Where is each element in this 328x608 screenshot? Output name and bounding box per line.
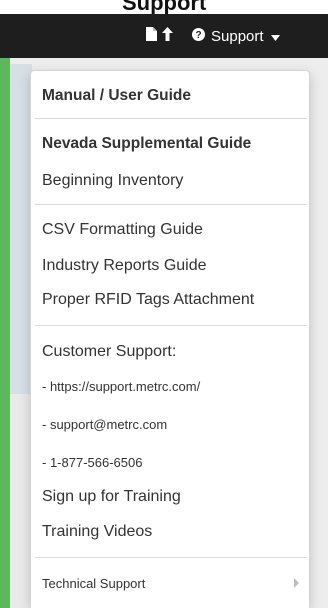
menu-item-technical-support[interactable]: Technical Support — [42, 576, 145, 591]
menu-divider — [35, 557, 307, 558]
page-title-strip: Support — [0, 0, 328, 14]
support-label: Support — [211, 27, 264, 45]
menu-item-csv-guide[interactable]: CSV Formatting Guide — [42, 221, 203, 239]
menu-divider — [35, 325, 307, 326]
menu-divider — [35, 204, 307, 205]
menu-item-sign-up-training[interactable]: Sign up for Training — [42, 488, 181, 506]
question-circle-icon: ? — [192, 27, 205, 45]
support-dropdown-button[interactable]: ? Support — [192, 26, 280, 46]
upload-arrow-icon — [162, 26, 173, 46]
menu-item-support-url[interactable]: - https://support.metrc.com/ — [42, 379, 200, 394]
background-panel — [10, 64, 32, 394]
svg-text:?: ? — [195, 30, 201, 41]
menu-item-beginning-inventory[interactable]: Beginning Inventory — [42, 172, 183, 190]
menu-item-nevada-guide[interactable]: Nevada Supplemental Guide — [42, 135, 251, 153]
menu-header-customer-support: Customer Support: — [42, 343, 177, 360]
menu-item-support-email[interactable]: - support@metrc.com — [42, 417, 167, 432]
support-dropdown-menu: Manual / User Guide Nevada Supplemental … — [30, 70, 310, 608]
menu-item-support-phone[interactable]: - 1-877-566-6506 — [42, 455, 142, 470]
green-accent-bar — [0, 58, 10, 608]
menu-item-training-videos[interactable]: Training Videos — [42, 523, 152, 541]
menu-item-industry-reports[interactable]: Industry Reports Guide — [42, 257, 207, 275]
nav-icon-group[interactable] — [146, 26, 173, 46]
background-panel-lower — [10, 394, 32, 608]
document-icon — [146, 26, 157, 46]
page-title-fragment: Support — [122, 0, 207, 14]
caret-down-icon — [270, 28, 280, 45]
menu-divider — [35, 118, 307, 119]
menu-item-manual-guide[interactable]: Manual / User Guide — [42, 87, 191, 105]
top-navbar: ? Support — [0, 14, 328, 58]
menu-item-rfid-tags[interactable]: Proper RFID Tags Attachment — [42, 291, 254, 309]
submenu-arrow-icon — [294, 578, 299, 588]
